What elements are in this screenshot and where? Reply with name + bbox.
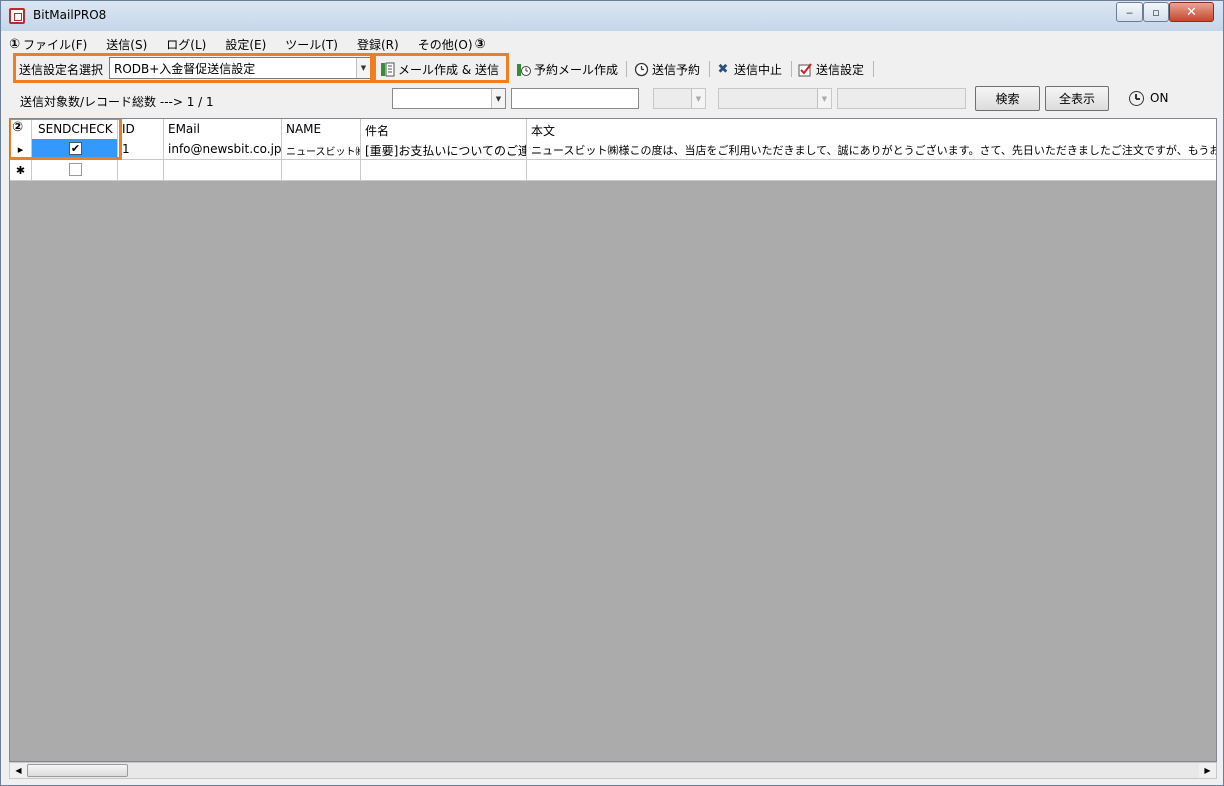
filter-operator-select: ▼ [653,88,706,109]
filter-value2-input [837,88,966,109]
data-grid[interactable]: ② SENDCHECK ID EMail NAME 件名 本文 ▸ ✔ 1 in… [9,118,1217,762]
checkbox-check-icon [797,61,813,77]
new-row[interactable]: ✱ [10,160,1216,181]
filter-field2-select: ▼ [718,88,832,109]
name-cell[interactable]: ニュースビット㈱ [282,139,361,159]
new-sendcheck-checkbox[interactable] [69,163,82,176]
id-cell[interactable]: 1 [118,139,164,159]
close-button[interactable]: ✕ [1169,2,1214,22]
new-subject-cell[interactable] [361,160,527,180]
column-header-email[interactable]: EMail [164,119,282,139]
menu-tools[interactable]: ツール(T) [275,36,347,53]
menu-file[interactable]: ファイル(F) [20,36,96,53]
marker-three: ③ [474,36,486,52]
chevron-down-icon[interactable]: ▼ [356,58,370,78]
app-icon [9,8,25,24]
schedule-send-label: 送信予約 [652,62,701,77]
menu-register[interactable]: 登録(R) [347,36,408,53]
profile-select-label: 送信設定名選択 [19,63,104,77]
maximize-button[interactable]: ▫ [1143,2,1169,22]
toolbar-separator [626,61,627,77]
table-row[interactable]: ▸ ✔ 1 info@newsbit.co.jp ニュースビット㈱ [重要]お支… [10,139,1216,160]
scheduled-compose-label: 予約メール作成 [534,62,619,77]
column-header-body[interactable]: 本文 [527,119,1216,139]
scheduled-mail-icon [515,61,531,77]
chevron-down-icon: ▼ [817,89,831,108]
filter-row: 送信対象数/レコード総数 ---> 1 / 1 ▼ ▼ ▼ 検索 全表示 ON [9,85,1219,113]
grid-header: ② SENDCHECK ID EMail NAME 件名 本文 [10,119,1216,139]
new-sendcheck-cell[interactable] [32,160,118,180]
column-header-id[interactable]: ID [118,119,164,139]
clock-icon [1129,91,1144,106]
chevron-down-icon: ▼ [691,89,705,108]
schedule-status: ON [1150,91,1169,105]
new-email-cell[interactable] [164,160,282,180]
subject-cell[interactable]: [重要]お支払いについてのご連絡 [361,139,527,159]
compose-mail-icon [379,61,395,77]
stop-send-button[interactable]: ✖ 送信中止 [715,59,782,79]
toolbar-separator [709,61,710,77]
marker-one: ① [9,36,21,52]
compose-send-label: メール作成 & 送信 [398,62,499,77]
stop-x-icon: ✖ [717,61,729,77]
menu-settings[interactable]: 設定(E) [215,36,275,53]
send-settings-button[interactable]: 送信設定 [797,59,864,79]
email-cell[interactable]: info@newsbit.co.jp [164,139,282,159]
record-count-text: 送信対象数/レコード総数 ---> 1 / 1 [20,95,214,109]
toolbar-separator [791,61,792,77]
scroll-right-icon[interactable]: ▶ [1199,763,1216,778]
profile-select[interactable]: RODB+入金督促送信設定 ▼ [109,57,371,79]
window-title: BitMailPRO8 [33,8,107,22]
clock-icon [633,61,649,77]
filter-field-select[interactable]: ▼ [392,88,506,109]
title-bar[interactable]: BitMailPRO8 ‒ ▫ ✕ [1,1,1223,31]
toolbar: 送信設定名選択 RODB+入金督促送信設定 ▼ メール作成 & 送信 予約メール… [9,53,1219,83]
column-header-subject[interactable]: 件名 [361,119,527,139]
menu-log[interactable]: ログ(L) [156,36,215,53]
new-body-cell[interactable] [527,160,1216,180]
menu-send[interactable]: 送信(S) [96,36,156,53]
menu-other[interactable]: その他(O) [408,36,475,53]
scrollbar-thumb[interactable] [27,764,128,777]
profile-select-value: RODB+入金督促送信設定 [114,62,256,76]
send-settings-label: 送信設定 [816,62,865,77]
body-cell[interactable]: ニュースビット㈱様この度は、当店をご利用いただきまして、誠にありがとうございます… [527,139,1216,159]
scheduled-compose-button[interactable]: 予約メール作成 [515,59,618,79]
app-window: BitMailPRO8 ‒ ▫ ✕ ① ファイル(F) 送信(S) ログ(L) … [0,0,1224,786]
stop-send-label: 送信中止 [734,62,783,77]
column-header-name[interactable]: NAME [282,119,361,139]
new-name-cell[interactable] [282,160,361,180]
schedule-send-button[interactable]: 送信予約 [633,59,700,79]
show-all-button[interactable]: 全表示 [1045,86,1109,111]
menu-bar: ① ファイル(F) 送信(S) ログ(L) 設定(E) ツール(T) 登録(R)… [9,33,486,55]
new-id-cell[interactable] [118,160,164,180]
new-row-asterisk-icon: ✱ [10,160,32,180]
highlight-sendcheck-column [10,119,122,160]
search-button[interactable]: 検索 [975,86,1040,111]
compose-send-button[interactable]: メール作成 & 送信 [379,59,499,79]
scroll-left-icon[interactable]: ◀ [10,763,27,778]
chevron-down-icon[interactable]: ▼ [491,89,505,108]
filter-value-input[interactable] [511,88,639,109]
toolbar-separator [873,61,874,77]
minimize-button[interactable]: ‒ [1116,2,1143,22]
horizontal-scrollbar[interactable]: ◀ ▶ [9,762,1217,779]
